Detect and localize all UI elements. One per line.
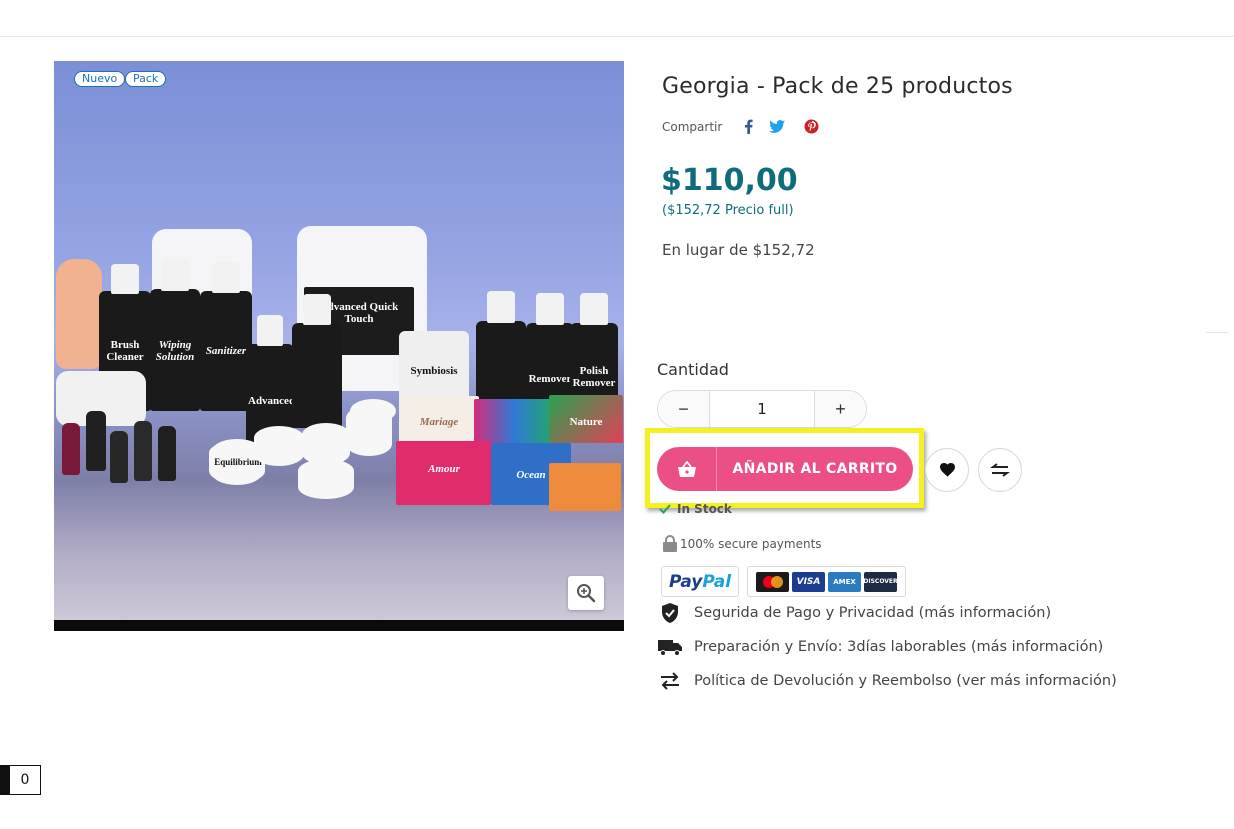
info-row-shipping[interactable]: Preparación y Envío: 3días laborables (m… (658, 635, 1103, 659)
polish-bottle-1 (62, 423, 80, 475)
bottle-advanced-quick-touch (292, 323, 342, 428)
checkmark-icon (659, 504, 671, 514)
box-orange (549, 463, 621, 511)
image-label-advanced: Advanced (248, 395, 296, 407)
bottle-cap (580, 293, 608, 325)
quantity-increase-button[interactable]: + (814, 391, 866, 427)
new-badge: Nuevo (74, 71, 126, 87)
polish-bottle-4 (134, 421, 152, 481)
secure-payments: 100% secure payments (662, 535, 822, 552)
facebook-share-link[interactable] (740, 118, 756, 134)
info-text-shipping: Preparación y Envío: 3días laborables (m… (694, 639, 1104, 655)
add-to-cart-button[interactable]: AÑADIR AL CARRITO (657, 447, 913, 491)
twitter-share-link[interactable] (769, 118, 785, 134)
info-text-returns: Política de Devolución y Reembolso (ver … (694, 673, 1117, 689)
twitter-icon (769, 119, 785, 133)
quantity-stepper: − + (657, 390, 867, 428)
jar-2 (254, 426, 304, 466)
product-photo: Advanced Quick Touch Brush Cleaner Wipin… (54, 61, 624, 620)
bottle-cap (111, 264, 139, 294)
floating-counter[interactable]: 0 (0, 765, 41, 795)
visa-icon: VISA (792, 571, 825, 592)
product-title: Georgia - Pack de 25 productos (662, 74, 1013, 99)
pinterest-icon (804, 119, 818, 133)
amex-icon: AMEX (828, 571, 861, 592)
bottle-cap (303, 294, 331, 325)
product-image-gallery[interactable]: Advanced Quick Touch Brush Cleaner Wipin… (54, 61, 624, 631)
instead-of-price: En lugar de $152,72 (662, 241, 815, 259)
gallery-bottom-strip (54, 620, 624, 631)
polish-bottle-3 (110, 431, 128, 483)
secure-text: 100% secure payments (680, 536, 822, 551)
quantity-label: Cantidad (657, 360, 729, 379)
polish-bottle-5 (158, 426, 176, 481)
image-label-mariage: Mariage (419, 416, 459, 428)
basket-icon (657, 447, 717, 491)
share-label: Compartir (662, 120, 723, 134)
full-price: ($152,72 Precio full) (662, 203, 794, 218)
image-label-brush-cleaner: Brush Cleaner (106, 339, 144, 363)
bottle-cap (536, 293, 564, 325)
counter-tab (1, 766, 10, 794)
discover-icon: DISCOVER (863, 571, 898, 592)
compare-button[interactable] (978, 448, 1022, 492)
info-text-payment-security: Segurida de Pago y Privacidad (más infor… (694, 605, 1052, 621)
jar-6 (350, 399, 396, 423)
image-label-nature: Nature (569, 416, 603, 428)
image-label-amour: Amour (428, 463, 460, 475)
quantity-decrease-button[interactable]: − (658, 391, 710, 427)
paypal-text-pay: Pay (668, 571, 703, 592)
wishlist-button[interactable] (925, 448, 969, 492)
divider (1206, 332, 1228, 333)
info-row-returns[interactable]: Política de Devolución y Reembolso (ver … (658, 669, 1117, 693)
add-to-cart-label: AÑADIR AL CARRITO (732, 461, 898, 477)
card-logos: VISA AMEX DISCOVER (747, 566, 906, 597)
product-price: $110,00 (661, 163, 798, 198)
bottle-cap (487, 291, 515, 323)
shield-check-icon (658, 601, 682, 625)
counter-value: 0 (20, 772, 30, 788)
bottle-cap (161, 259, 189, 291)
top-header-bar (0, 0, 1234, 37)
polish-bottle-2 (86, 411, 106, 471)
compare-arrows-icon (990, 463, 1010, 477)
quantity-input[interactable] (710, 391, 814, 427)
pack-badge: Pack (125, 71, 167, 87)
stock-status: In Stock (659, 502, 732, 516)
image-label-polish-remover: Polish Remover (572, 365, 616, 389)
zoom-button[interactable] (568, 576, 604, 610)
paypal-logo: Pay Pal (661, 566, 739, 597)
stock-text: In Stock (677, 502, 732, 516)
lock-icon (663, 535, 677, 552)
image-label-sanitizer: Sanitizer (205, 345, 247, 357)
facebook-icon (744, 119, 753, 134)
bottle-cap (212, 262, 240, 293)
hand-illustration (56, 259, 102, 369)
paypal-text-pal: Pal (702, 571, 732, 592)
image-label-wiping-solution: Wiping Solution (155, 339, 195, 363)
jar-4 (298, 459, 354, 499)
info-row-payment-security[interactable]: Segurida de Pago y Privacidad (más infor… (658, 601, 1051, 625)
heart-icon (939, 462, 955, 477)
image-label-symbiosis: Symbiosis (410, 365, 458, 377)
exchange-icon (658, 669, 682, 693)
truck-icon (658, 635, 682, 659)
mastercard-icon (756, 571, 789, 592)
zoom-in-icon (577, 584, 596, 603)
image-label-remover: Remover (528, 373, 572, 385)
bottle-cap (257, 315, 283, 346)
pinterest-share-link[interactable] (803, 118, 819, 134)
